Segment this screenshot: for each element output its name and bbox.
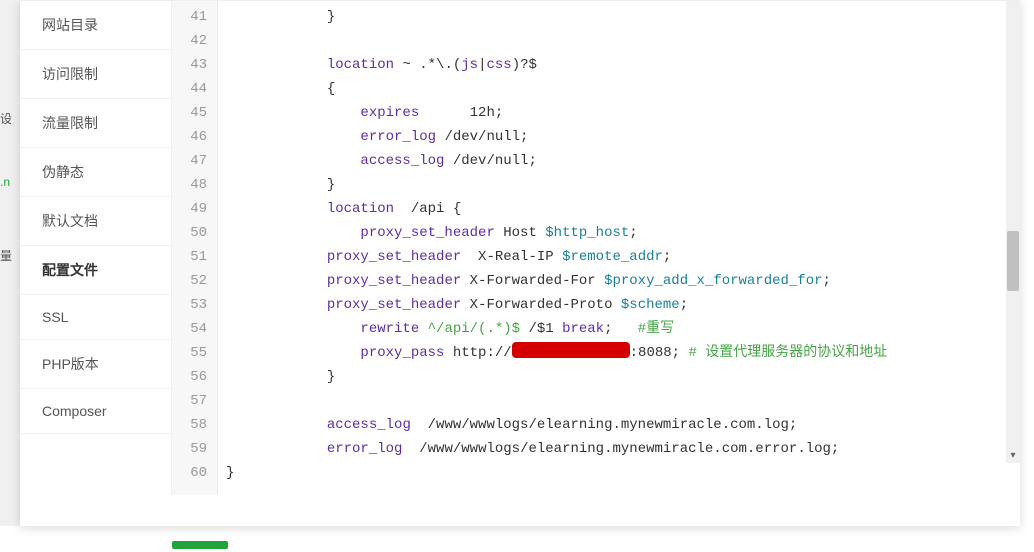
line-number: 60 (178, 461, 207, 485)
code-line[interactable]: proxy_set_header X-Real-IP $remote_addr; (226, 245, 1012, 269)
code-line[interactable]: access_log /www/wwwlogs/elearning.mynewm… (226, 413, 1012, 437)
line-number: 48 (178, 173, 207, 197)
code-line[interactable]: error_log /www/wwwlogs/elearning.mynewmi… (226, 437, 1012, 461)
line-number: 50 (178, 221, 207, 245)
code-line[interactable]: } (226, 461, 1012, 485)
sidebar-item-3[interactable]: 伪静态 (20, 148, 171, 197)
line-number: 46 (178, 125, 207, 149)
line-number: 57 (178, 389, 207, 413)
line-number-gutter: 4142434445464748495051525354555657585960 (172, 1, 218, 495)
config-editor[interactable]: 4142434445464748495051525354555657585960… (172, 1, 1020, 495)
code-line[interactable]: error_log /dev/null; (226, 125, 1012, 149)
code-line[interactable]: } (226, 365, 1012, 389)
code-line[interactable] (226, 29, 1012, 53)
sidebar-item-4[interactable]: 默认文档 (20, 197, 171, 246)
button-row (172, 536, 228, 552)
save-button[interactable] (172, 541, 228, 549)
line-number: 55 (178, 341, 207, 365)
line-number: 59 (178, 437, 207, 461)
code-line[interactable]: } (226, 5, 1012, 29)
site-edit-modal: 站点修改[elearning.mynewmiracle.com] -- 添加时间… (20, 0, 1020, 526)
sidebar-item-5[interactable]: 配置文件 (20, 246, 172, 295)
modal-body: 网站目录访问限制流量限制伪静态默认文档配置文件SSLPHP版本Composer … (20, 1, 1020, 495)
code-line[interactable]: proxy_set_header Host $http_host; (226, 221, 1012, 245)
line-number: 47 (178, 149, 207, 173)
line-number: 44 (178, 77, 207, 101)
code-line[interactable]: proxy_set_header X-Forwarded-For $proxy_… (226, 269, 1012, 293)
code-line[interactable]: { (226, 77, 1012, 101)
line-number: 58 (178, 413, 207, 437)
line-number: 54 (178, 317, 207, 341)
line-number: 42 (178, 29, 207, 53)
settings-sidebar: 网站目录访问限制流量限制伪静态默认文档配置文件SSLPHP版本Composer (20, 1, 172, 495)
sidebar-item-6[interactable]: SSL (20, 295, 171, 340)
line-number: 41 (178, 5, 207, 29)
bg-text: 量 (0, 247, 20, 264)
code-line[interactable]: } (226, 173, 1012, 197)
sidebar-item-8[interactable]: Composer (20, 389, 171, 434)
line-number: 53 (178, 293, 207, 317)
sidebar-item-1[interactable]: 访问限制 (20, 50, 171, 99)
code-line[interactable]: proxy_pass http://:8088; # 设置代理服务器的协议和地址 (226, 341, 1012, 365)
code-line[interactable]: proxy_set_header X-Forwarded-Proto $sche… (226, 293, 1012, 317)
code-line[interactable] (226, 389, 1012, 413)
scroll-down-arrow-icon[interactable]: ▾ (1006, 449, 1020, 463)
scrollbar-thumb[interactable] (1007, 231, 1019, 291)
code-line[interactable]: location /api { (226, 197, 1012, 221)
sidebar-item-7[interactable]: PHP版本 (20, 340, 171, 389)
bg-text: .n (0, 175, 20, 189)
code-line[interactable]: rewrite ^/api/(.*)$ /$1 break; #重写 (226, 317, 1012, 341)
background-left-strip: 设 .n 量 (0, 0, 20, 526)
config-editor-wrap: 4142434445464748495051525354555657585960… (172, 1, 1020, 495)
vertical-scrollbar[interactable]: ▾ (1006, 1, 1020, 463)
bg-text: 设 (0, 110, 20, 127)
redacted-ip (512, 342, 630, 358)
sidebar-item-2[interactable]: 流量限制 (20, 99, 171, 148)
line-number: 45 (178, 101, 207, 125)
line-number: 49 (178, 197, 207, 221)
line-number: 56 (178, 365, 207, 389)
line-number: 52 (178, 269, 207, 293)
code-line[interactable]: location ~ .*\.(js|css)?$ (226, 53, 1012, 77)
code-line[interactable]: access_log /dev/null; (226, 149, 1012, 173)
code-line[interactable]: expires 12h; (226, 101, 1012, 125)
line-number: 51 (178, 245, 207, 269)
code-area[interactable]: } location ~ .*\.(js|css)?$ { expires 12… (218, 1, 1020, 495)
line-number: 43 (178, 53, 207, 77)
sidebar-item-0[interactable]: 网站目录 (20, 1, 171, 50)
